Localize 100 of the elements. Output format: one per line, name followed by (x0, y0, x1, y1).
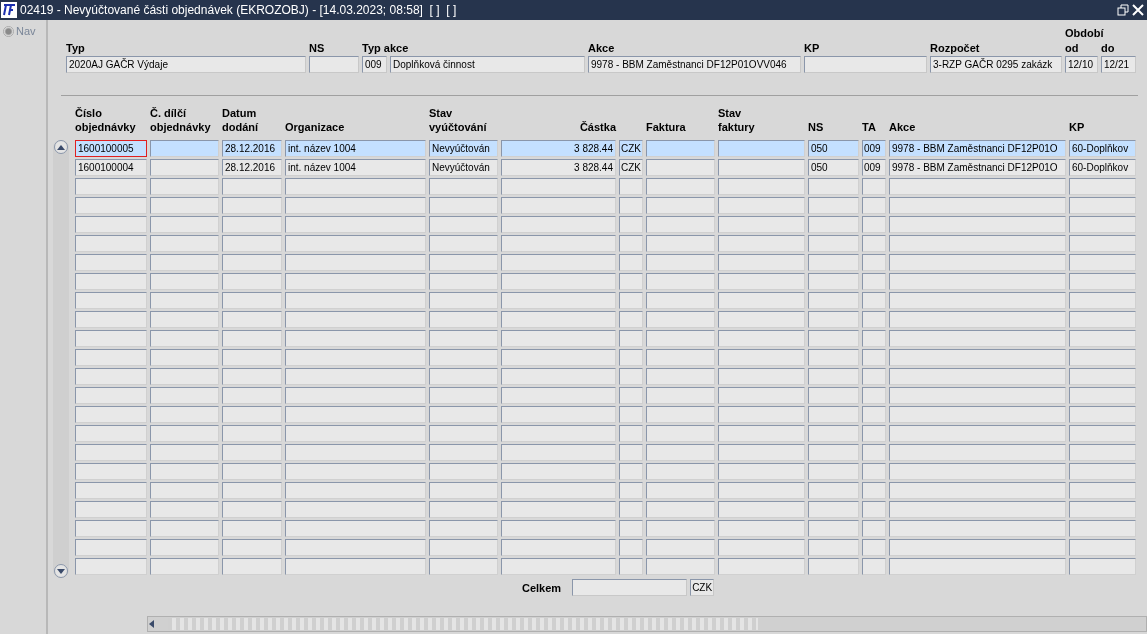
table-cell[interactable] (619, 444, 643, 461)
table-cell[interactable] (429, 501, 498, 518)
table-cell[interactable] (718, 349, 805, 366)
table-cell[interactable] (75, 520, 147, 537)
table-cell[interactable] (222, 235, 282, 252)
table-cell[interactable] (501, 425, 616, 442)
table-cell[interactable] (285, 368, 426, 385)
table-cell[interactable] (222, 197, 282, 214)
close-icon[interactable] (1132, 4, 1144, 16)
table-cell[interactable] (808, 197, 859, 214)
table-cell[interactable] (150, 406, 219, 423)
table-cell[interactable] (429, 292, 498, 309)
table-cell[interactable] (1069, 482, 1136, 499)
table-cell[interactable]: Nevyúčtován (429, 140, 498, 157)
table-cell[interactable] (285, 482, 426, 499)
table-cell[interactable] (808, 330, 859, 347)
table-cell[interactable] (1069, 197, 1136, 214)
table-cell[interactable] (718, 444, 805, 461)
table-cell[interactable] (619, 482, 643, 499)
table-cell[interactable] (619, 520, 643, 537)
table-cell[interactable] (1069, 387, 1136, 404)
table-cell[interactable] (150, 235, 219, 252)
table-cell[interactable] (75, 558, 147, 575)
table-cell[interactable] (150, 178, 219, 195)
table-cell[interactable] (150, 425, 219, 442)
table-cell[interactable] (75, 463, 147, 480)
table-cell[interactable] (222, 558, 282, 575)
table-cell[interactable] (285, 235, 426, 252)
table-cell[interactable] (285, 387, 426, 404)
table-cell[interactable] (285, 349, 426, 366)
table-cell[interactable] (889, 330, 1066, 347)
table-cell[interactable]: 009 (862, 159, 886, 176)
table-cell[interactable] (150, 520, 219, 537)
table-cell[interactable] (1069, 178, 1136, 195)
table-cell[interactable] (862, 273, 886, 290)
table-cell[interactable] (646, 216, 715, 233)
table-cell[interactable] (501, 311, 616, 328)
table-cell[interactable]: 050 (808, 159, 859, 176)
table-cell[interactable] (75, 444, 147, 461)
table-cell[interactable] (889, 406, 1066, 423)
table-cell[interactable] (862, 368, 886, 385)
table-cell[interactable] (501, 349, 616, 366)
table-cell[interactable] (646, 273, 715, 290)
table-cell[interactable] (808, 539, 859, 556)
table-cell[interactable] (646, 520, 715, 537)
table-cell[interactable] (718, 273, 805, 290)
table-cell[interactable] (285, 463, 426, 480)
table-cell[interactable]: 28.12.2016 (222, 140, 282, 157)
table-cell[interactable] (808, 558, 859, 575)
table-cell[interactable] (862, 463, 886, 480)
table-cell[interactable] (75, 330, 147, 347)
table-cell[interactable] (222, 425, 282, 442)
table-cell[interactable] (862, 292, 886, 309)
table-cell[interactable] (718, 425, 805, 442)
table-cell[interactable] (1069, 292, 1136, 309)
horizontal-scrollbar[interactable] (147, 616, 1147, 632)
table-cell[interactable] (75, 235, 147, 252)
table-cell[interactable] (222, 273, 282, 290)
table-cell[interactable] (222, 539, 282, 556)
table-cell[interactable] (889, 558, 1066, 575)
table-cell[interactable] (862, 349, 886, 366)
table-cell[interactable] (1069, 425, 1136, 442)
table-cell[interactable] (718, 368, 805, 385)
table-cell[interactable] (1069, 406, 1136, 423)
table-cell[interactable] (1069, 235, 1136, 252)
table-cell[interactable] (889, 292, 1066, 309)
table-cell[interactable] (862, 311, 886, 328)
table-cell[interactable] (75, 406, 147, 423)
table-cell[interactable] (718, 539, 805, 556)
table-cell[interactable] (619, 463, 643, 480)
table-cell[interactable] (222, 292, 282, 309)
table-cell[interactable] (75, 197, 147, 214)
table-cell[interactable] (429, 273, 498, 290)
table-cell[interactable] (619, 539, 643, 556)
table-cell[interactable] (889, 387, 1066, 404)
table-cell[interactable] (646, 292, 715, 309)
table-cell[interactable] (646, 235, 715, 252)
table-cell[interactable] (429, 558, 498, 575)
table-cell[interactable] (808, 178, 859, 195)
table-cell[interactable]: 009 (862, 140, 886, 157)
table-cell[interactable] (501, 292, 616, 309)
table-cell[interactable] (862, 501, 886, 518)
scroll-left-icon[interactable] (148, 619, 156, 629)
table-cell[interactable] (619, 425, 643, 442)
table-cell[interactable] (619, 501, 643, 518)
table-cell[interactable] (501, 501, 616, 518)
table-cell[interactable] (429, 387, 498, 404)
table-cell[interactable] (222, 349, 282, 366)
table-cell[interactable] (718, 197, 805, 214)
table-cell[interactable] (75, 482, 147, 499)
table-cell[interactable] (429, 235, 498, 252)
table-cell[interactable] (889, 368, 1066, 385)
table-cell[interactable] (150, 254, 219, 271)
table-cell[interactable] (75, 368, 147, 385)
table-cell[interactable] (1069, 254, 1136, 271)
table-cell[interactable]: CZK (619, 140, 643, 157)
table-cell[interactable] (501, 387, 616, 404)
table-cell[interactable] (619, 558, 643, 575)
table-cell[interactable] (889, 349, 1066, 366)
table-cell[interactable] (718, 482, 805, 499)
